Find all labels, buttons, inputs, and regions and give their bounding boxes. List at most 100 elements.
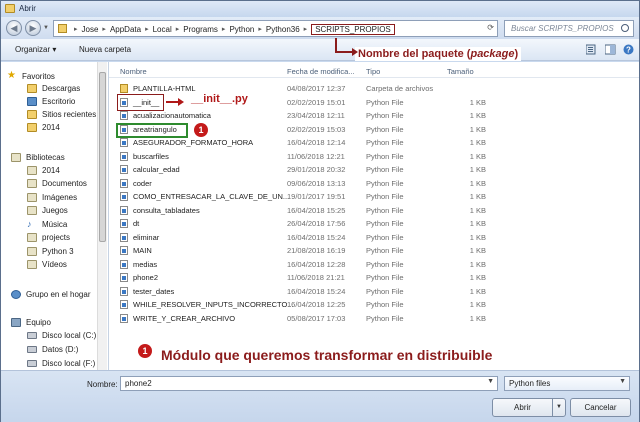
file-size: 1 KB — [469, 273, 486, 282]
sidebar-item-sitios-recientes[interactable]: Sitios recientes — [27, 108, 96, 120]
back-icon[interactable]: ◀ — [6, 20, 22, 36]
file-row[interactable]: WRITE_Y_CREAR_ARCHIVO 05/08/2017 17:03 Pyt… — [109, 313, 639, 324]
sidebar-item-documentos[interactable]: Documentos — [27, 177, 87, 189]
breadcrumb-separator-icon[interactable]: ▸ — [258, 25, 262, 33]
python-file-icon — [120, 165, 128, 174]
forward-icon[interactable]: ▶ — [25, 20, 41, 36]
breadcrumb-item[interactable]: SCRIPTS_PROPIOS — [311, 23, 395, 35]
file-type: Python File — [366, 152, 404, 161]
breadcrumb-separator-icon[interactable]: ▸ — [222, 25, 226, 33]
breadcrumb-separator-icon[interactable]: ▸ — [102, 25, 106, 33]
file-name: COMO_ENTRESACAR_LA_CLAVE_DE_UN... — [133, 192, 290, 201]
sidebar-item-projects[interactable]: projects — [27, 231, 70, 243]
sidebar-item-2014-lib[interactable]: 2014 — [27, 164, 60, 176]
file-type: Python File — [366, 206, 404, 215]
python-file-icon — [120, 300, 128, 309]
sidebar-item-musica[interactable]: ♪ Música — [27, 218, 67, 230]
file-row[interactable]: PLANTILLA-HTML 04/08/2017 12:37 Carpeta de… — [109, 83, 639, 94]
sidebar-item-videos[interactable]: Vídeos — [27, 258, 67, 270]
pictures-icon — [27, 192, 37, 202]
file-date: 05/08/2017 17:03 — [287, 314, 346, 323]
chevron-down-icon[interactable]: ▼ — [487, 378, 494, 385]
desktop-icon — [27, 96, 37, 106]
file-row[interactable]: areatriangulo 02/02/2019 15:03 Python File… — [109, 124, 639, 135]
search-input[interactable]: Buscar SCRIPTS_PROPIOS — [504, 20, 634, 37]
file-row[interactable]: coder 09/06/2018 13:13 Python File 1 KB — [109, 178, 639, 189]
init-annotation: __init__.py — [191, 93, 248, 105]
breadcrumb-separator-icon[interactable]: ▸ — [304, 25, 308, 33]
sidebar-computer[interactable]: Equipo — [11, 316, 51, 328]
open-button[interactable]: Abrir — [492, 398, 553, 417]
address-bar[interactable]: ▸ Jose ▸ AppData ▸ Local ▸ Programs ▸ Python ▸ Pyth… — [53, 20, 498, 37]
breadcrumb-item[interactable]: Python — [229, 25, 254, 34]
cancel-button[interactable]: Cancelar — [570, 398, 631, 417]
file-row[interactable]: __init__ 02/02/2019 15:01 Python File 1 KB — [109, 97, 639, 108]
init-arrow-icon — [166, 98, 184, 106]
file-row[interactable]: acualizacionautomatica 23/04/2018 12:11 Py… — [109, 110, 639, 121]
file-date: 16/04/2018 12:25 — [287, 300, 346, 309]
sidebar-libraries[interactable]: Bibliotecas — [11, 151, 65, 163]
file-row[interactable]: WHILE_RESOLVER_INPUTS_INCORRECTO... 16/04… — [109, 299, 639, 310]
sidebar-item-datos-d[interactable]: Datos (D:) — [27, 343, 78, 355]
file-row[interactable]: tester_dates 16/04/2018 15:24 Python File 1… — [109, 286, 639, 297]
column-header-date[interactable]: Fecha de modifica... — [287, 67, 355, 76]
file-name: MAIN — [133, 246, 152, 255]
file-row[interactable]: phone2 11/06/2018 21:21 Python File 1 KB — [109, 272, 639, 283]
breadcrumb-item[interactable]: Local — [153, 25, 172, 34]
breadcrumb-separator-icon[interactable]: ▸ — [145, 25, 149, 33]
sidebar-item-disco-c[interactable]: Disco local (C:) — [27, 329, 96, 341]
breadcrumb-item[interactable]: Python36 — [266, 25, 300, 34]
breadcrumb-separator-icon[interactable]: ▸ — [176, 25, 180, 33]
sidebar-item-juegos[interactable]: Juegos — [27, 204, 68, 216]
recent-places-icon — [27, 109, 37, 119]
filename-field[interactable]: phone2 ▼ — [120, 376, 498, 391]
breadcrumb-separator-icon[interactable]: ▸ — [74, 25, 78, 33]
file-row[interactable]: medias 16/04/2018 12:28 Python File 1 KB — [109, 259, 639, 270]
sidebar-item-2014-fav[interactable]: 2014 — [27, 121, 60, 133]
file-row[interactable]: MAIN 21/08/2018 16:19 Python File 1 KB — [109, 245, 639, 256]
sidebar-item-python3[interactable]: Python 3 — [27, 245, 74, 257]
help-icon[interactable]: ? — [623, 44, 635, 55]
open-options-dropdown[interactable]: ▼ — [552, 398, 566, 417]
folder-icon — [58, 24, 67, 33]
file-size: 1 KB — [469, 233, 486, 242]
sidebar-homegroup[interactable]: Grupo en el hogar — [11, 288, 91, 300]
python-file-icon — [120, 233, 128, 242]
new-folder-button[interactable]: Nueva carpeta — [79, 45, 131, 54]
file-type-select[interactable]: Python files ▼ — [504, 376, 630, 391]
sidebar-scrollbar[interactable] — [97, 62, 107, 370]
drive-icon — [27, 359, 37, 367]
organize-button[interactable]: Organizar ▾ — [15, 45, 56, 54]
file-row[interactable]: eliminar 16/04/2018 15:24 Python File 1 KB — [109, 232, 639, 243]
sidebar-favorites[interactable]: ★ Favoritos — [7, 70, 55, 82]
view-options-icon[interactable] — [585, 44, 598, 55]
folder-icon — [27, 122, 37, 132]
file-row[interactable]: ASEGURADOR_FORMATO_HORA 16/04/2018 12:14 P… — [109, 137, 639, 148]
breadcrumb-item[interactable]: AppData — [110, 25, 141, 34]
sidebar-item-descargas[interactable]: Descargas — [27, 82, 80, 94]
column-header-name[interactable]: Nombre — [120, 67, 147, 76]
file-row[interactable]: consulta_tabladates 16/04/2018 15:25 Pytho… — [109, 205, 639, 216]
file-row[interactable]: COMO_ENTRESACAR_LA_CLAVE_DE_UN... 19/01/2… — [109, 191, 639, 202]
sidebar-item-escritorio[interactable]: Escritorio — [27, 95, 75, 107]
chevron-down-icon[interactable]: ▼ — [619, 378, 626, 385]
python-file-icon — [120, 246, 128, 255]
column-header-size[interactable]: Tamaño — [447, 67, 474, 76]
sidebar-item-disco-f[interactable]: Disco local (F:) — [27, 357, 95, 369]
file-date: 16/04/2018 12:28 — [287, 260, 346, 269]
file-type: Python File — [366, 98, 404, 107]
file-row[interactable]: calcular_edad 29/01/2018 20:32 Python File… — [109, 164, 639, 175]
history-dropdown-icon[interactable]: ▼ — [43, 25, 49, 31]
file-size: 1 KB — [469, 152, 486, 161]
refresh-icon[interactable]: ⟳ — [487, 23, 494, 32]
folder-icon — [120, 84, 128, 93]
preview-pane-icon[interactable] — [604, 44, 617, 55]
file-row[interactable]: dt 26/04/2018 17:56 Python File 1 KB — [109, 218, 639, 229]
breadcrumb-item[interactable]: Programs — [183, 25, 218, 34]
scrollbar-thumb[interactable] — [99, 72, 106, 242]
breadcrumb-item[interactable]: Jose — [82, 25, 99, 34]
column-header-type[interactable]: Tipo — [366, 67, 380, 76]
sidebar-item-imagenes[interactable]: Imágenes — [27, 191, 77, 203]
file-date: 16/04/2018 12:14 — [287, 138, 346, 147]
file-row[interactable]: buscarfiles 11/06/2018 12:21 Python File 1 … — [109, 151, 639, 162]
